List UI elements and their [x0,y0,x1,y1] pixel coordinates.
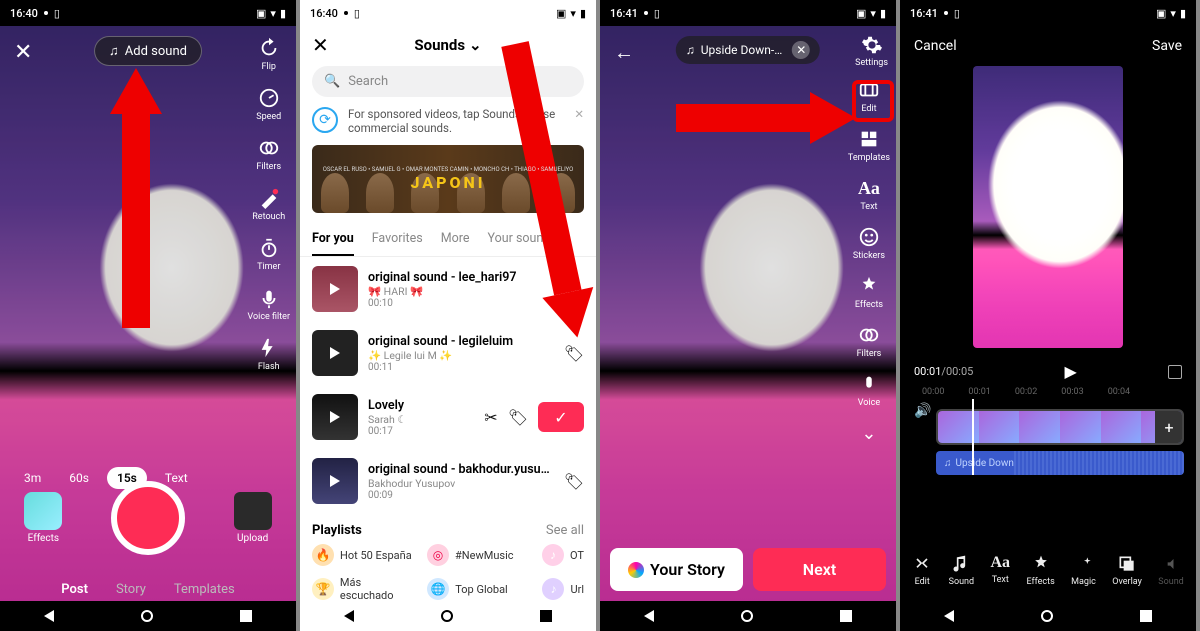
selected-sound-pill[interactable]: ♫ Upside Down-… ✕ [676,36,820,64]
voice-filter-button[interactable]: Voice filter [247,286,290,322]
effects-button[interactable]: Effects [855,274,883,310]
play-button[interactable]: ▶ [1065,362,1077,381]
playlist-item[interactable]: 🏆Más escuchado [312,576,417,602]
remove-sound-icon[interactable]: ✕ [792,41,810,59]
playlist-item[interactable]: 🌐Top Global [427,576,532,602]
bookmark-icon[interactable]: 🏷 [564,280,584,299]
timer-button[interactable]: Timer [257,236,281,272]
voice-button[interactable]: Voice [857,372,881,408]
filters-button[interactable]: Filters [256,136,281,172]
flash-button[interactable]: Flash [257,336,281,372]
tool-sound2: Sound [1158,554,1183,587]
tool-edit[interactable]: Edit [912,554,932,587]
cancel-button[interactable]: Cancel [914,38,957,54]
sound-row[interactable]: LovelySarah ☾00:17 ✂ 🏷 ✓ [300,385,596,449]
settings-button[interactable]: Settings [855,34,888,68]
see-all-link[interactable]: See all [546,523,584,538]
playlist-item[interactable]: ♪OT [542,544,584,566]
search-icon: 🔍 [324,74,340,89]
tool-effects[interactable]: Effects [1026,554,1054,587]
tab-more[interactable]: More [441,223,470,256]
tab-favorites[interactable]: Favorites [372,223,423,256]
dismiss-icon[interactable]: ✕ [574,107,584,121]
playlists-title: Playlists [312,523,362,538]
close-icon[interactable]: ✕ [312,33,329,57]
sound-thumb[interactable] [312,394,358,440]
music-note-icon: ♫ [109,43,119,59]
android-navbar[interactable] [900,601,1196,631]
featured-banner[interactable]: OSCAR EL RUSO • SAMUEL G • OMAR MONTES C… [312,145,584,213]
bookmark-icon[interactable]: 🏷 [508,408,528,427]
sound-thumb[interactable] [312,266,358,312]
annotation-box [852,80,894,122]
chevron-down-icon: ⌄ [469,36,482,54]
more-button[interactable]: ⌄ [857,421,881,445]
close-icon[interactable]: ✕ [14,40,32,65]
video-preview[interactable] [973,66,1123,348]
playhead[interactable] [972,399,974,475]
playlist-item[interactable]: 🔥Hot 50 España [312,544,417,566]
story-icon [628,562,644,578]
upload-icon [234,492,272,530]
retouch-button[interactable]: Retouch [252,186,285,222]
tool-sound[interactable]: Sound [949,554,974,587]
tab-for-you[interactable]: For you [312,223,354,256]
sound-thumb[interactable] [312,458,358,504]
tab-your-sounds[interactable]: Your sounds [487,223,556,256]
sound-row[interactable]: original sound - lee_hari97🎀 HARI 🎀00:10… [300,257,596,321]
back-icon[interactable]: ← [614,40,634,65]
flip-button[interactable]: Flip [257,36,281,72]
tool-magic[interactable]: Magic [1071,554,1096,587]
speed-button[interactable]: Speed [256,86,281,122]
expand-icon[interactable] [1168,365,1182,379]
tool-overlay[interactable]: Overlay [1112,554,1142,587]
music-note-icon: ♫ [944,458,952,469]
search-input[interactable]: 🔍 Search [312,66,584,97]
save-button[interactable]: Save [1152,38,1182,54]
add-sound-button[interactable]: ♫ Add sound [94,36,202,66]
volume-icon[interactable]: 🔊 [914,403,931,419]
status-bar: 16:40▯ ▣▾▮ [0,0,296,26]
scissors-icon[interactable]: ✂ [484,408,497,427]
effects-icon [24,492,62,530]
next-button[interactable]: Next [753,548,886,591]
bookmark-icon[interactable]: 🏷 [564,344,584,363]
banner-title: JAPONI [323,173,574,192]
sound-thumb[interactable] [312,330,358,376]
cycle-icon: ⟳ [312,107,338,133]
record-button[interactable] [111,481,185,555]
notif-icon: ▯ [54,7,60,20]
playlist-item[interactable]: ♪Url [542,576,584,602]
android-navbar[interactable] [600,601,896,631]
add-clip-button[interactable]: + [1155,410,1183,444]
search-placeholder: Search [348,74,388,89]
timeline-ruler: 00:0000:0100:0200:0300:04 [900,385,1196,399]
bookmark-icon[interactable]: 🏷 [564,472,584,491]
confirm-button[interactable]: ✓ [538,402,584,432]
page-title[interactable]: Sounds⌄ [414,36,481,54]
status-bar: 16:41▯ ▣▾▮ [600,0,896,26]
effects-button[interactable]: Effects [24,492,62,544]
android-navbar[interactable] [0,601,296,631]
music-note-icon: ♫ [686,43,695,57]
text-button[interactable]: AaText [857,176,881,212]
tool-text[interactable]: AaText [991,554,1011,587]
sound-row[interactable]: original sound - legileluim✨ Legile lui … [300,321,596,385]
tab-templates[interactable]: Templates [174,582,235,597]
sponsor-banner: ⟳ For sponsored videos, tap Sounds to us… [312,107,584,135]
templates-button[interactable]: Templates [848,127,890,163]
tab-story[interactable]: Story [116,582,146,597]
sound-row[interactable]: original sound - bakhodur.yusupovBakhodu… [300,449,596,513]
add-sound-label: Add sound [125,44,187,59]
status-bar: 16:41▯ ▣▾▮ [900,0,1196,26]
tab-post[interactable]: Post [61,582,88,597]
android-navbar[interactable] [300,601,596,631]
playlist-item[interactable]: ◎#NewMusic [427,544,532,566]
upload-button[interactable]: Upload [234,492,272,544]
your-story-button[interactable]: Your Story [610,548,743,591]
stickers-button[interactable]: Stickers [853,225,885,261]
status-bar: 16:40▯ ▣▾▮ [300,0,596,26]
clock: 16:40 [10,7,38,20]
filters-button[interactable]: Filters [857,323,882,359]
